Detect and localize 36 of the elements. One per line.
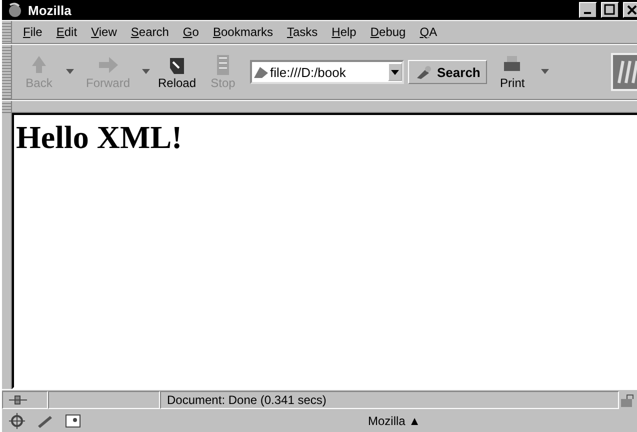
pen-icon[interactable] [36,413,54,429]
caret-icon[interactable] [142,69,150,75]
menu-item[interactable]: Help [324,22,364,42]
close-button[interactable] [623,2,637,18]
toolbar-grip[interactable] [2,21,12,43]
search-icon [415,64,433,80]
maximize-button[interactable] [601,2,619,18]
address-field[interactable]: file:///D:/book [250,60,404,84]
app-icon [6,2,24,18]
page-heading: Hello XML! [16,119,184,156]
minimize-button[interactable] [579,2,597,18]
toolbar-grip[interactable] [2,45,12,99]
window-title: Mozilla [28,2,72,18]
page-icon [252,64,270,80]
menu-item[interactable]: View [84,22,124,42]
component-bar-label[interactable]: Mozilla ▲ [368,414,421,428]
caret-icon[interactable] [66,69,74,75]
print-button[interactable]: Print [487,52,538,92]
navigator-icon[interactable] [8,413,26,429]
menu-item[interactable]: Debug [363,22,413,42]
dropdown-button[interactable] [388,63,402,81]
address-book-icon[interactable] [64,413,82,429]
toolbar-grip[interactable] [2,101,12,112]
caret-icon[interactable] [541,69,550,75]
caret-icon [391,70,399,74]
toolbar-button[interactable]: Reload [154,52,200,92]
search-button[interactable]: Search [408,60,488,84]
menu-item[interactable]: Go [176,22,206,42]
status-text: Document: Done (0.341 secs) [160,391,619,409]
menu-item[interactable]: Tasks [280,22,325,42]
menu-item[interactable]: File [16,22,50,42]
menu-item[interactable]: Bookmarks [206,22,280,42]
logo-icon [611,53,637,91]
menu-item[interactable]: Edit [49,22,84,42]
menu-item[interactable]: Search [124,22,176,42]
menu-item[interactable]: QA [412,22,444,42]
